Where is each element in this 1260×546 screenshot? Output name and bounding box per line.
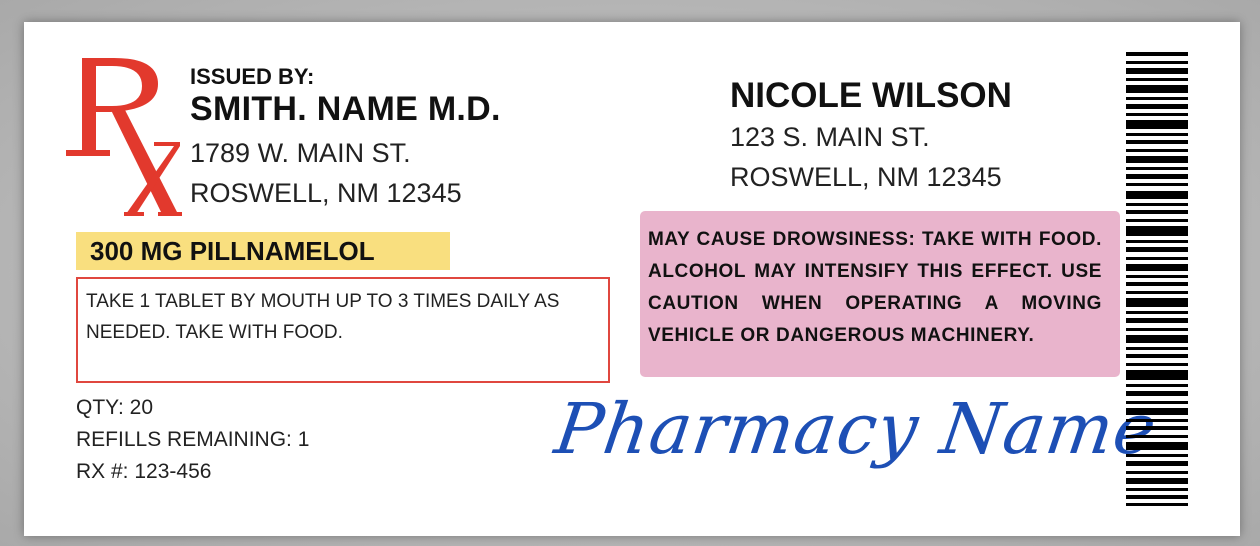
prescription-label: ISSUED BY: SMITH. NAME M.D. 1789 W. MAIN… [24, 22, 1240, 536]
quantity: QTY: 20 [76, 396, 154, 419]
patient-address-line2: ROSWELL, NM 12345 [730, 162, 1002, 192]
prescriber-name: SMITH. NAME M.D. [190, 90, 501, 128]
barcode-icon [1126, 52, 1188, 508]
prescriber-address-line1: 1789 W. MAIN ST. [190, 138, 411, 168]
medication-name: 300 MG PILLNAMELOL [90, 236, 375, 266]
patient-name: NICOLE WILSON [730, 76, 1012, 115]
refills-remaining: REFILLS REMAINING: 1 [76, 428, 310, 451]
dosage-instructions: TAKE 1 TABLET BY MOUTH UP TO 3 TIMES DAI… [86, 291, 560, 343]
rx-symbol-icon [62, 50, 182, 220]
patient-address-line1: 123 S. MAIN ST. [730, 122, 930, 152]
rx-number: RX #: 123-456 [76, 460, 212, 483]
warning-text: MAY CAUSE DROWSINESS: TAKE WITH FOOD. AL… [648, 229, 1102, 346]
pharmacy-name: Pharmacy Name [550, 388, 1163, 470]
issued-by-label: ISSUED BY: [190, 64, 315, 89]
prescriber-address-line2: ROSWELL, NM 12345 [190, 178, 462, 208]
